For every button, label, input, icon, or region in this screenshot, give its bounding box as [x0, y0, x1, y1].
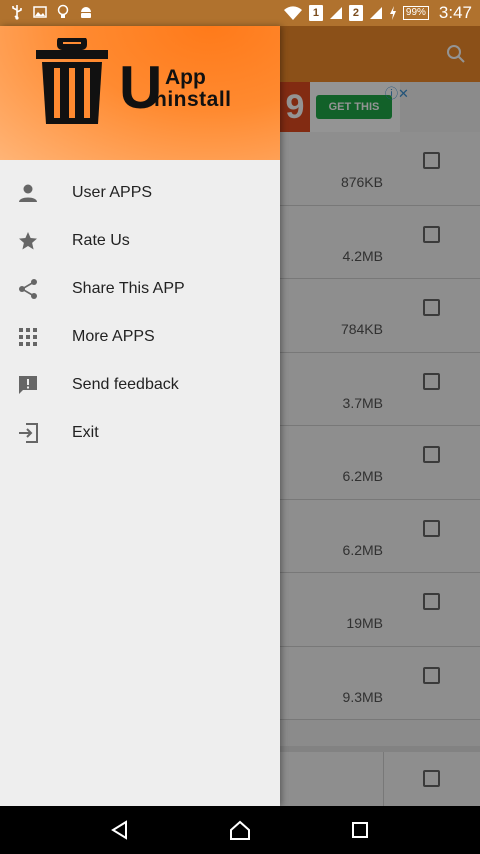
sim2-badge: 2 [348, 5, 363, 21]
menu-item-label: User APPS [72, 184, 153, 201]
menu-item-label: More APPS [72, 328, 155, 345]
menu-item-send-feedback[interactable]: Send feedback [0, 361, 280, 409]
back-icon[interactable] [108, 818, 132, 842]
feedback-icon [0, 375, 72, 395]
bulb-icon [56, 4, 70, 20]
android-icon [79, 4, 93, 20]
grid-icon [0, 328, 72, 346]
signal-icon [329, 5, 343, 21]
menu-item-label: Share This APP [72, 280, 185, 297]
menu-item-label: Rate Us [72, 232, 130, 249]
recents-icon[interactable] [348, 818, 372, 842]
drawer-header: U App ninstall [0, 26, 280, 160]
menu-item-share[interactable]: Share This APP [0, 265, 280, 313]
image-icon [33, 4, 47, 20]
trash-bin-icon [34, 36, 110, 133]
star-icon [0, 231, 72, 251]
menu-item-user-apps[interactable]: User APPS [0, 169, 280, 217]
drawer-menu: User APPS Rate Us Share This APP More AP… [0, 169, 280, 457]
wifi-icon [283, 5, 303, 21]
menu-item-more-apps[interactable]: More APPS [0, 313, 280, 361]
home-icon[interactable] [228, 818, 252, 842]
menu-item-label: Send feedback [72, 376, 179, 393]
usb-icon [10, 4, 24, 20]
charging-icon [389, 5, 397, 21]
clock: 3:47 [438, 3, 472, 22]
logo-app: App [165, 66, 206, 89]
share-icon [0, 278, 72, 300]
signal-icon [369, 5, 383, 21]
exit-icon [0, 423, 72, 443]
menu-item-exit[interactable]: Exit [0, 409, 280, 457]
person-icon [0, 183, 72, 203]
sim1-badge: 1 [308, 5, 323, 21]
menu-item-label: Exit [72, 424, 99, 441]
menu-item-rate-us[interactable]: Rate Us [0, 217, 280, 265]
system-nav-bar [0, 806, 480, 854]
battery-level: 99% [402, 6, 429, 20]
navigation-drawer: U App ninstall User APPS Rate Us Share T… [0, 26, 280, 806]
status-bar: 1 2 99% 3:47 [0, 0, 480, 26]
logo-ninstall: ninstall [154, 88, 232, 111]
